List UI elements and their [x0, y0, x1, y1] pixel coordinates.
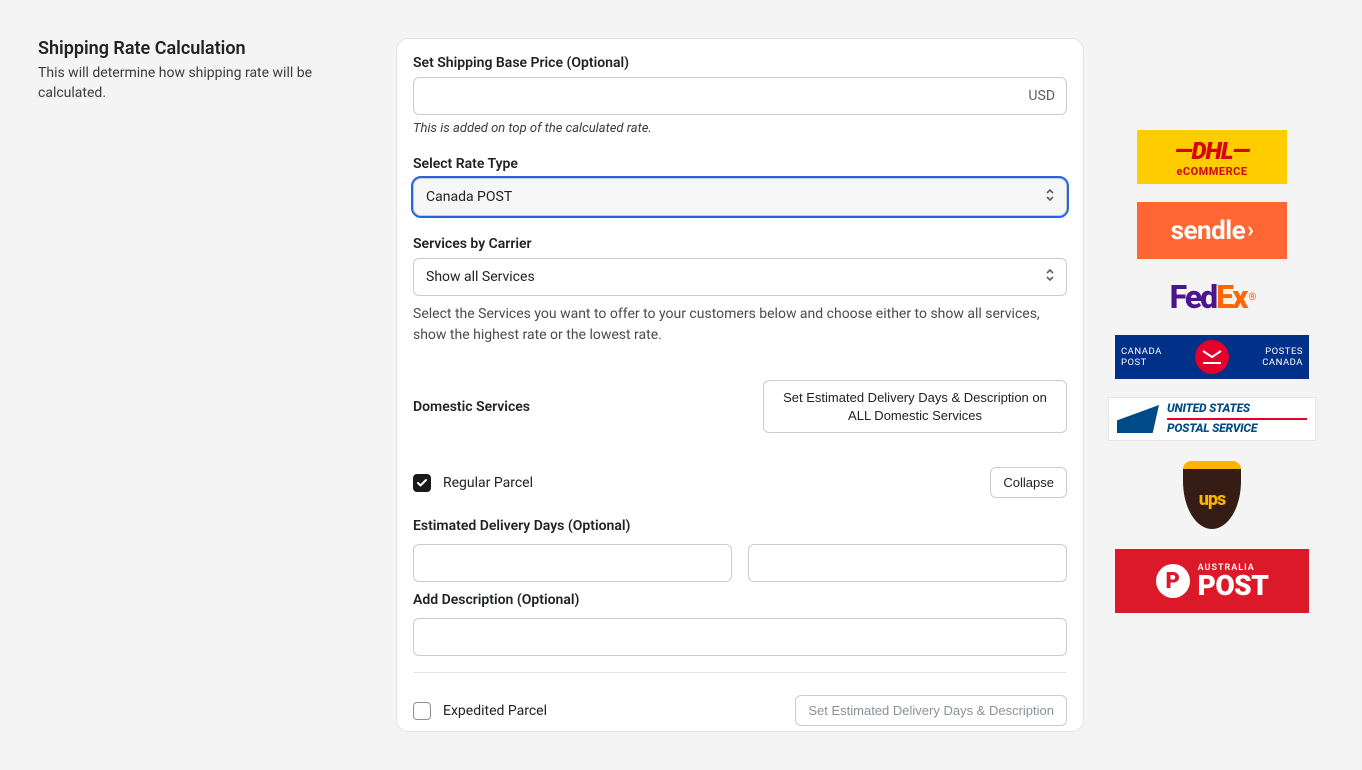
- base-price-label: Set Shipping Base Price (Optional): [413, 55, 1067, 71]
- description-input[interactable]: [413, 618, 1067, 656]
- set-days-all-button[interactable]: Set Estimated Delivery Days & Descriptio…: [763, 380, 1067, 433]
- updown-icon: [1044, 187, 1056, 207]
- carrier-logos: —DHL— eCOMMERCE sendle› FedEx® CANADA PO…: [1108, 38, 1316, 732]
- usps-logo: UNITED STATES POSTAL SERVICE: [1108, 397, 1316, 441]
- expedited-parcel-label: Expedited Parcel: [443, 703, 547, 719]
- australia-post-circle-icon: P: [1156, 564, 1190, 598]
- updown-icon: [1044, 267, 1056, 287]
- australia-post-logo: P AUSTRALIA POST: [1115, 549, 1309, 613]
- divider: [413, 672, 1067, 673]
- section-title: Shipping Rate Calculation: [38, 38, 372, 59]
- ups-shield-icon: ups: [1183, 461, 1241, 529]
- dhl-sub-text: eCOMMERCE: [1176, 165, 1247, 178]
- domestic-services-label: Domestic Services: [413, 399, 530, 415]
- currency-label: USD: [1028, 88, 1055, 104]
- rate-type-label: Select Rate Type: [413, 156, 1067, 172]
- est-days-max-input[interactable]: [748, 544, 1067, 582]
- sendle-logo: sendle›: [1137, 202, 1287, 259]
- section-description: This will determine how shipping rate wi…: [38, 63, 372, 104]
- expedited-parcel-checkbox[interactable]: [413, 702, 431, 720]
- usps-eagle-icon: [1117, 405, 1159, 433]
- services-by-carrier-value: Show all Services: [426, 269, 535, 285]
- fedex-logo: FedEx®: [1137, 277, 1287, 317]
- rate-type-value: Canada POST: [426, 189, 512, 205]
- set-days-single-button[interactable]: Set Estimated Delivery Days & Descriptio…: [795, 695, 1067, 726]
- collapse-button[interactable]: Collapse: [990, 467, 1067, 498]
- canada-post-logo: CANADA POST POSTES CANADA: [1115, 335, 1309, 379]
- base-price-helper: This is added on top of the calculated r…: [413, 121, 1067, 136]
- regular-parcel-checkbox[interactable]: [413, 474, 431, 492]
- add-desc-label: Add Description (Optional): [413, 592, 1067, 608]
- canada-post-circle-icon: [1195, 340, 1229, 374]
- est-days-label: Estimated Delivery Days (Optional): [413, 518, 1067, 534]
- est-days-min-input[interactable]: [413, 544, 732, 582]
- base-price-input[interactable]: [413, 77, 1067, 115]
- rate-type-select[interactable]: Canada POST: [413, 178, 1067, 216]
- dhl-main-text: —DHL—: [1175, 137, 1249, 165]
- services-helper-text: Select the Services you want to offer to…: [413, 304, 1067, 346]
- ups-logo: ups: [1137, 459, 1287, 531]
- check-icon: [416, 477, 428, 489]
- shipping-form-card: Set Shipping Base Price (Optional) USD T…: [396, 38, 1084, 732]
- regular-parcel-label: Regular Parcel: [443, 475, 533, 491]
- services-by-carrier-select[interactable]: Show all Services: [413, 258, 1067, 296]
- services-by-carrier-label: Services by Carrier: [413, 236, 1067, 252]
- dhl-logo: —DHL— eCOMMERCE: [1137, 130, 1287, 184]
